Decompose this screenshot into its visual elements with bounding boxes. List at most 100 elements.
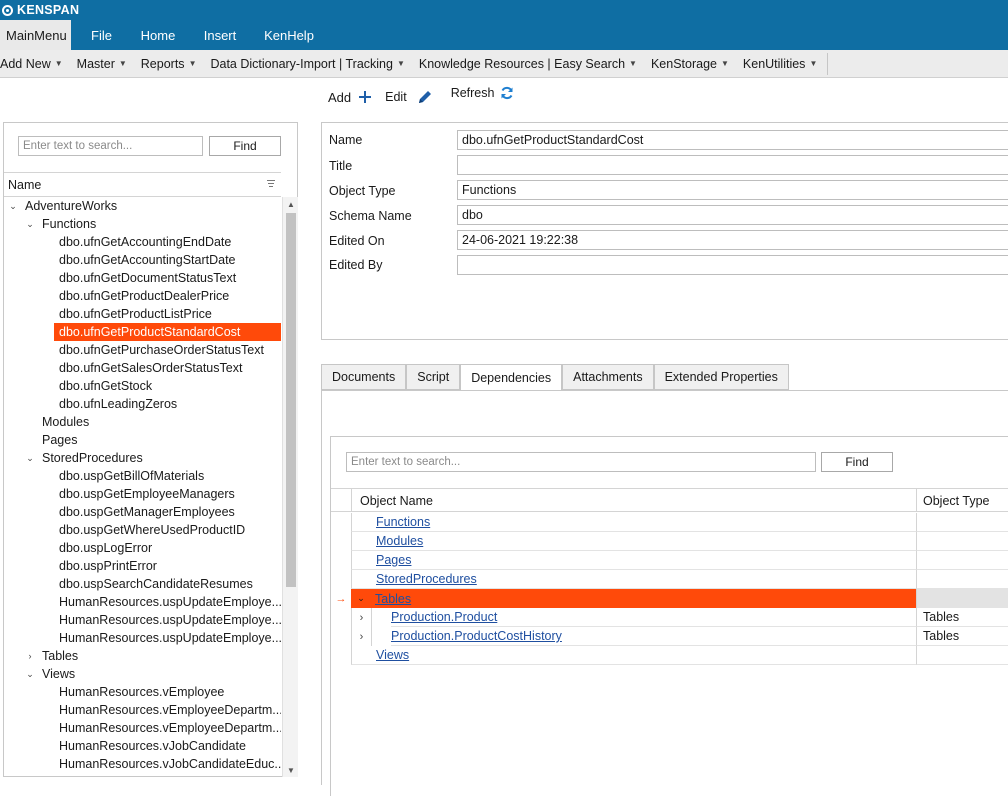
- dependency-row[interactable]: StoredProcedures: [331, 570, 1008, 589]
- tree-item[interactable]: dbo.ufnGetStock: [56, 377, 152, 395]
- dependency-child-row[interactable]: › Production.ProductCostHistory Tables: [331, 627, 1008, 646]
- column-object-name[interactable]: Object Name: [351, 489, 916, 512]
- plus-icon[interactable]: [359, 91, 372, 103]
- menu-knowledge-resources[interactable]: Knowledge Resources | Easy Search ▼: [419, 50, 637, 78]
- tree-item[interactable]: dbo.uspGetWhereUsedProductID: [56, 521, 245, 539]
- tab-home[interactable]: Home: [128, 20, 188, 50]
- dependency-child-row[interactable]: › Production.Product Tables: [331, 608, 1008, 627]
- tree-item[interactable]: dbo.uspLogError: [56, 539, 152, 557]
- tree-item[interactable]: dbo.ufnGetSalesOrderStatusText: [56, 359, 242, 377]
- scroll-down-icon[interactable]: ▼: [283, 763, 299, 777]
- tree-find-button[interactable]: Find: [209, 136, 281, 156]
- tab-dependencies[interactable]: Dependencies: [460, 364, 563, 391]
- dependency-row-selected[interactable]: → ⌄ Tables: [331, 589, 1008, 608]
- refresh-button[interactable]: Refresh: [451, 86, 495, 100]
- expanded-chevron-icon[interactable]: ⌄: [25, 449, 35, 467]
- tree-item[interactable]: HumanResources.vJobCandidateEduc...: [56, 755, 281, 773]
- menu-master[interactable]: Master ▼: [77, 50, 127, 78]
- filter-icon[interactable]: [267, 180, 275, 189]
- title-field[interactable]: [457, 155, 1008, 175]
- name-label: Name: [329, 133, 363, 147]
- name-field[interactable]: dbo.ufnGetProductStandardCost: [457, 130, 1008, 150]
- add-button[interactable]: Add: [328, 90, 351, 105]
- tree-item[interactable]: dbo.ufnGetProductListPrice: [56, 305, 212, 323]
- dependency-row[interactable]: Views: [331, 646, 1008, 665]
- dependency-row[interactable]: Modules: [331, 532, 1008, 551]
- tree-item[interactable]: HumanResources.uspUpdateEmploye...: [56, 593, 281, 611]
- row-indicator-arrow-icon: →: [335, 592, 347, 605]
- collapsed-chevron-icon[interactable]: ›: [25, 647, 35, 665]
- object-tree: ⌄ AdventureWorks ⌄ Functions dbo.ufnGetAcc…: [4, 197, 281, 777]
- tab-insert[interactable]: Insert: [188, 20, 252, 50]
- tree-item[interactable]: dbo.uspPrintError: [56, 557, 157, 575]
- object-type-label: Object Type: [329, 184, 396, 198]
- tree-item[interactable]: dbo.ufnGetPurchaseOrderStatusText: [56, 341, 264, 359]
- tree-item[interactable]: HumanResources.vEmployeeDepartm...: [56, 719, 281, 737]
- tab-extended-properties[interactable]: Extended Properties: [653, 364, 789, 390]
- main-menubar: Add New ▼ Master ▼ Reports ▼ Data Dictionar…: [0, 50, 1008, 78]
- tab-file[interactable]: File: [71, 20, 128, 50]
- tree-item[interactable]: dbo.ufnGetAccountingEndDate: [56, 233, 231, 251]
- scrollbar-thumb[interactable]: [286, 213, 296, 587]
- tree-scrollbar[interactable]: ▲ ▼: [282, 197, 298, 777]
- column-object-type[interactable]: Object Type: [916, 489, 1008, 512]
- title-bar: KENSPAN: [0, 0, 1008, 20]
- edited-by-field[interactable]: [457, 255, 1008, 275]
- tree-node-pages[interactable]: Pages: [4, 431, 77, 449]
- schema-name-field[interactable]: dbo: [457, 205, 1008, 225]
- tab-kenhelp[interactable]: KenHelp: [252, 20, 326, 50]
- edit-button[interactable]: Edit: [385, 90, 407, 104]
- tree-node-functions[interactable]: ⌄ Functions: [4, 215, 281, 233]
- tab-documents[interactable]: Documents: [321, 364, 407, 390]
- tree-item[interactable]: dbo.ufnGetProductDealerPrice: [56, 287, 229, 305]
- scroll-up-icon[interactable]: ▲: [283, 197, 299, 211]
- menu-add-new[interactable]: Add New ▼: [0, 50, 63, 78]
- chevron-down-icon: ▼: [396, 59, 405, 68]
- expanded-chevron-icon[interactable]: ⌄: [25, 665, 35, 683]
- refresh-icon[interactable]: [500, 86, 514, 100]
- menu-data-dictionary[interactable]: Data Dictionary-Import | Tracking ▼: [210, 50, 404, 78]
- tree-item[interactable]: dbo.ufnGetAccountingStartDate: [56, 251, 236, 269]
- tab-script[interactable]: Script: [406, 364, 461, 390]
- tree-item[interactable]: HumanResources.uspUpdateEmploye...: [56, 611, 281, 629]
- dependency-row[interactable]: Pages: [331, 551, 1008, 570]
- tree-node-tables[interactable]: › Tables: [4, 647, 281, 665]
- collapsed-chevron-icon[interactable]: ›: [351, 608, 371, 627]
- tree-item-selected[interactable]: dbo.ufnGetProductStandardCost: [54, 323, 281, 341]
- tree-item[interactable]: dbo.uspGetBillOfMaterials: [56, 467, 204, 485]
- app-title: KENSPAN: [17, 3, 80, 17]
- object-type-field[interactable]: Functions: [457, 180, 1008, 200]
- edited-on-field[interactable]: 24-06-2021 19:22:38: [457, 230, 1008, 250]
- tab-mainmenu[interactable]: MainMenu: [0, 20, 71, 50]
- kenspan-logo-icon: [2, 4, 13, 16]
- pencil-icon[interactable]: [417, 89, 433, 105]
- tree-item[interactable]: dbo.ufnLeadingZeros: [56, 395, 177, 413]
- tree-item[interactable]: dbo.uspGetEmployeeManagers: [56, 485, 235, 503]
- collapsed-chevron-icon[interactable]: ›: [351, 627, 371, 646]
- chevron-down-icon: ▼: [809, 59, 818, 68]
- tree-search-input[interactable]: [18, 136, 203, 156]
- tree-node-views[interactable]: ⌄ Views: [4, 665, 281, 683]
- tree-node-modules[interactable]: Modules: [4, 413, 89, 431]
- tree-item[interactable]: dbo.uspGetManagerEmployees: [56, 503, 235, 521]
- tree-item[interactable]: HumanResources.vEmployeeDepartm...: [56, 701, 281, 719]
- menu-separator: [827, 52, 829, 75]
- menu-kenstorage[interactable]: KenStorage ▼: [651, 50, 729, 78]
- dependencies-search-input[interactable]: [346, 452, 816, 472]
- tree-column-header[interactable]: Name: [4, 172, 281, 197]
- tree-item[interactable]: HumanResources.vEmployee: [56, 683, 224, 701]
- tree-node-storedprocedures[interactable]: ⌄ StoredProcedures: [4, 449, 281, 467]
- dependencies-find-button[interactable]: Find: [821, 452, 893, 472]
- tree-item[interactable]: HumanResources.uspUpdateEmploye...: [56, 629, 281, 647]
- expanded-chevron-icon[interactable]: ⌄: [8, 197, 18, 215]
- expanded-chevron-icon[interactable]: ⌄: [25, 215, 35, 233]
- tab-attachments[interactable]: Attachments: [562, 364, 654, 390]
- tree-item[interactable]: dbo.ufnGetDocumentStatusText: [56, 269, 236, 287]
- dependency-row[interactable]: Functions: [331, 513, 1008, 532]
- expanded-chevron-icon[interactable]: ⌄: [351, 589, 371, 608]
- tree-item[interactable]: dbo.uspSearchCandidateResumes: [56, 575, 253, 593]
- tree-node-adventureworks[interactable]: ⌄ AdventureWorks: [4, 197, 281, 215]
- menu-kenutilities[interactable]: KenUtilities ▼: [743, 50, 817, 78]
- menu-reports[interactable]: Reports ▼: [141, 50, 197, 78]
- tree-item[interactable]: HumanResources.vJobCandidate: [56, 737, 246, 755]
